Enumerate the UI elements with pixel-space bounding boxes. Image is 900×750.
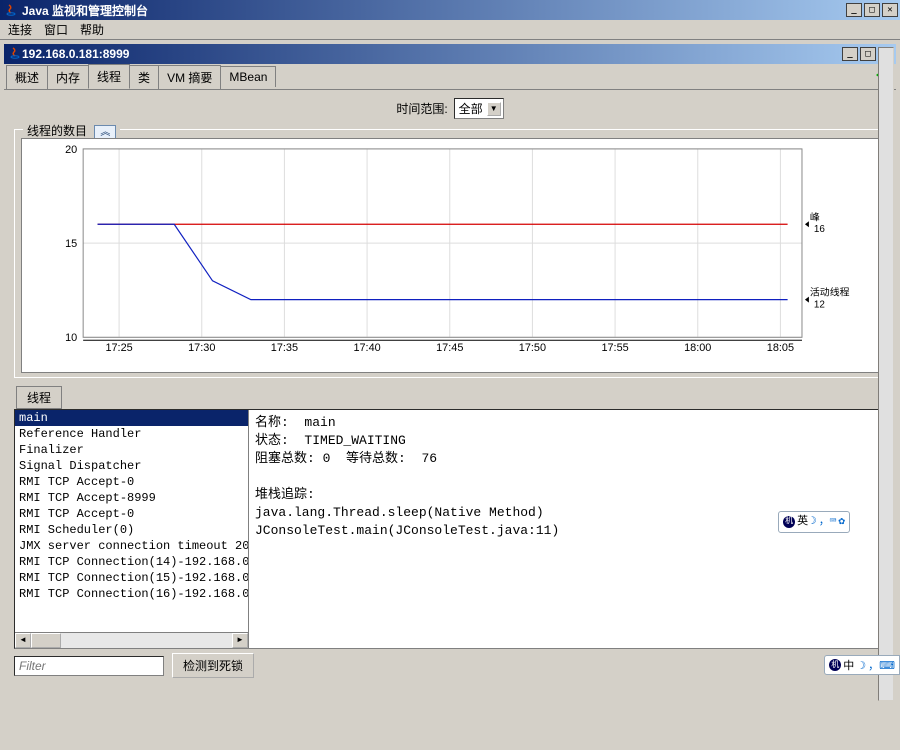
svg-text:17:45: 17:45: [436, 342, 463, 354]
svg-text:17:50: 17:50: [519, 342, 546, 354]
thread-list-item[interactable]: RMI TCP Accept-8999: [15, 490, 248, 506]
maximize-button[interactable]: □: [864, 3, 880, 17]
thread-list-item[interactable]: RMI TCP Connection(16)-192.168.0.: [15, 586, 248, 602]
svg-text:17:25: 17:25: [105, 342, 132, 354]
java-icon: [4, 3, 18, 17]
ime-badge[interactable]: 机 英 ☽ ，⌨ ✿: [778, 511, 850, 533]
ime-badge-outer[interactable]: 机 中 ☽ ，⌨: [824, 655, 900, 675]
thread-list-hscrollbar[interactable]: ◄ ►: [15, 632, 248, 648]
svg-text:17:35: 17:35: [271, 342, 298, 354]
tab-overview[interactable]: 概述: [6, 65, 48, 89]
svg-text:17:55: 17:55: [601, 342, 628, 354]
svg-text:18:00: 18:00: [684, 342, 711, 354]
tab-mbean[interactable]: MBean: [220, 66, 276, 87]
vertical-scrollbar[interactable]: [878, 47, 894, 701]
thread-list-item[interactable]: RMI TCP Accept-0: [15, 474, 248, 490]
detail-stack-line2: JConsoleTest.main(JConsoleTest.java:11): [255, 523, 559, 538]
scroll-right-icon[interactable]: ►: [232, 633, 248, 648]
thread-list-item[interactable]: RMI TCP Accept-0: [15, 506, 248, 522]
detail-waited-value: 76: [421, 451, 437, 466]
svg-text:16: 16: [814, 224, 826, 235]
menubar: 连接 窗口 帮助: [0, 20, 900, 40]
window-title: Java 监视和管理控制台: [22, 2, 844, 19]
thread-list-item[interactable]: RMI Scheduler(0): [15, 522, 248, 538]
thread-count-group: 线程的数目 ︽ 10152017:2517:3017:3517:4017:451…: [14, 129, 886, 378]
detail-blocked-value: 0: [323, 451, 331, 466]
thread-list-item[interactable]: JMX server connection timeout 20: [15, 538, 248, 554]
tab-memory[interactable]: 内存: [47, 65, 89, 89]
tab-classes[interactable]: 类: [129, 65, 159, 89]
thread-list-item[interactable]: RMI TCP Connection(15)-192.168.0.: [15, 570, 248, 586]
connection-window: 192.168.0.181:8999 _ □ ✕ 概述 内存 线程 类 VM 摘…: [2, 42, 898, 747]
sub-tab-threads[interactable]: 线程: [16, 386, 62, 409]
ime-text: 英: [797, 513, 808, 531]
gear-icon: ✿: [838, 513, 845, 531]
window-titlebar: Java 监视和管理控制台 _ □ ✕: [0, 0, 900, 20]
menu-help[interactable]: 帮助: [80, 21, 104, 38]
detail-stack-line1: java.lang.Thread.sleep(Native Method): [255, 505, 544, 520]
keyboard-icon: ，⌨: [868, 657, 895, 673]
threads-panel-content: 时间范围: 全部 ▼ 线程的数目 ︽ 10152017:2517:3017:35…: [4, 90, 896, 745]
ime-icon: 机: [783, 516, 795, 528]
svg-text:峰: 峰: [810, 211, 820, 223]
threads-split-panel: mainReference HandlerFinalizerSignal Dis…: [14, 409, 886, 649]
detail-stack-label: 堆栈追踪:: [255, 487, 315, 502]
thread-detail: 名称: main 状态: TIMED_WAITING 阻塞总数: 0 等待总数:…: [249, 410, 885, 648]
close-button[interactable]: ✕: [882, 3, 898, 17]
detail-state-label: 状态:: [255, 433, 289, 448]
tab-threads[interactable]: 线程: [88, 64, 130, 89]
ime-text: 中: [843, 657, 854, 673]
ime-icon: 机: [829, 659, 841, 671]
svg-text:10: 10: [65, 332, 77, 344]
svg-text:20: 20: [65, 144, 77, 156]
detail-name-label: 名称:: [255, 415, 289, 430]
menu-window[interactable]: 窗口: [44, 21, 68, 38]
detail-name-value: main: [304, 415, 335, 430]
detail-waited-label: 等待总数:: [346, 451, 406, 466]
connection-title: 192.168.0.181:8999: [22, 47, 840, 61]
thread-list-item[interactable]: Reference Handler: [15, 426, 248, 442]
timerange-value: 全部: [459, 100, 483, 117]
menu-connect[interactable]: 连接: [8, 21, 32, 38]
connection-titlebar: 192.168.0.181:8999 _ □ ✕: [4, 44, 896, 64]
inner-minimize-button[interactable]: _: [842, 47, 858, 61]
filter-input[interactable]: [14, 656, 164, 676]
detail-state-value: TIMED_WAITING: [304, 433, 405, 448]
svg-text:活动线程: 活动线程: [810, 286, 850, 299]
java-icon: [8, 46, 22, 63]
main-tabs: 概述 内存 线程 类 VM 摘要 MBean: [4, 64, 896, 90]
chart-group-title-text: 线程的数目: [27, 124, 87, 138]
svg-text:18:05: 18:05: [767, 342, 794, 354]
svg-text:17:40: 17:40: [353, 342, 380, 354]
detect-deadlock-button[interactable]: 检测到死锁: [172, 653, 254, 678]
thread-chart: 10 15 20 17:25 17:30 17:35 17:40 17:45 17:50 17:5…: [21, 138, 879, 373]
detail-blocked-label: 阻塞总数:: [255, 451, 315, 466]
moon-icon: ☽: [810, 513, 817, 531]
dropdown-icon: ▼: [487, 102, 501, 116]
svg-text:17:30: 17:30: [188, 342, 215, 354]
scroll-thumb[interactable]: [31, 633, 61, 648]
inner-maximize-button[interactable]: □: [860, 47, 876, 61]
moon-icon: ☽: [856, 659, 866, 672]
thread-list-item[interactable]: Signal Dispatcher: [15, 458, 248, 474]
thread-list-item[interactable]: Finalizer: [15, 442, 248, 458]
scroll-left-icon[interactable]: ◄: [15, 633, 31, 648]
svg-text:15: 15: [65, 238, 77, 250]
thread-list-item[interactable]: main: [15, 410, 248, 426]
tab-vmsummary[interactable]: VM 摘要: [158, 65, 221, 89]
minimize-button[interactable]: _: [846, 3, 862, 17]
thread-list[interactable]: mainReference HandlerFinalizerSignal Dis…: [15, 410, 249, 648]
keyboard-icon: ，⌨: [819, 513, 837, 531]
thread-list-item[interactable]: RMI TCP Connection(14)-192.168.0.: [15, 554, 248, 570]
timerange-label: 时间范围:: [396, 100, 447, 117]
svg-text:12: 12: [814, 300, 826, 311]
timerange-select[interactable]: 全部 ▼: [454, 98, 504, 119]
